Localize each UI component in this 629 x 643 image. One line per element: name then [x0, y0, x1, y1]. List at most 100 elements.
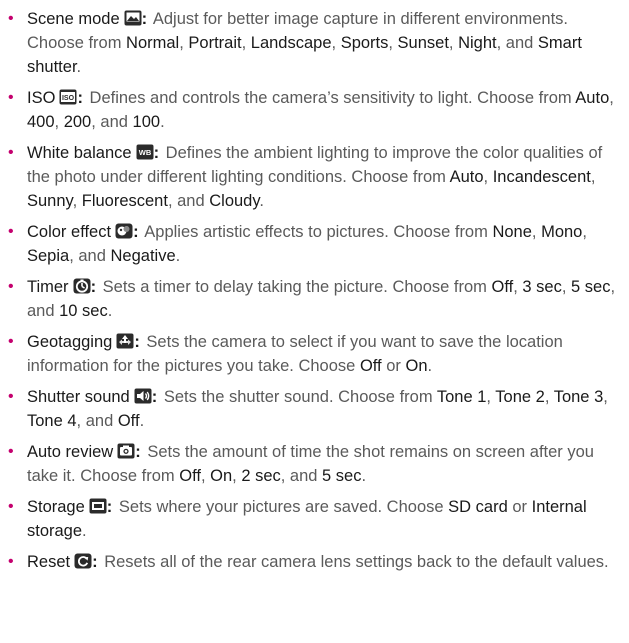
list-item: • Reset: Resets all of the rear camera le…: [8, 550, 619, 574]
setting-description: ,: [72, 192, 82, 210]
list-item: • Scene mode: Adjust for better image cap…: [8, 7, 619, 79]
setting-name: White balance: [27, 144, 132, 162]
setting-description: , and: [496, 34, 538, 52]
option-value: Mono: [541, 223, 583, 241]
setting-description: ,: [609, 89, 614, 107]
bullet-icon: •: [8, 553, 14, 570]
colon-separator: :: [153, 144, 160, 162]
svg-text:ISO: ISO: [62, 95, 75, 102]
option-value: Auto: [575, 89, 610, 107]
setting-name: Scene mode: [27, 10, 120, 28]
setting-description: , and: [280, 467, 323, 485]
option-value: 400: [27, 113, 55, 131]
setting-description: or: [507, 498, 532, 516]
color-effect-icon: [115, 223, 133, 239]
option-value: 3 sec: [522, 278, 562, 296]
option-value: 2 sec: [241, 467, 281, 485]
option-value: Portrait: [188, 34, 242, 52]
setting-description: .: [160, 113, 165, 131]
setting-description: , and: [91, 113, 133, 131]
option-value: Off: [179, 467, 201, 485]
option-value: Off: [359, 357, 382, 375]
setting-description: ,: [331, 34, 341, 52]
setting-description: ,: [544, 388, 554, 406]
list-item: • Auto review: Sets the amount of time th…: [8, 440, 619, 488]
setting-name: Timer: [27, 278, 69, 296]
setting-description: ,: [603, 388, 608, 406]
list-item: • Shutter sound: Sets the shutter sound. …: [8, 385, 619, 433]
option-value: Sunset: [397, 34, 449, 52]
option-value: Tone 1: [436, 388, 487, 406]
colon-separator: :: [141, 10, 148, 28]
setting-description: Defines and controls the camera’s sensit…: [89, 89, 576, 107]
bullet-icon: •: [8, 388, 14, 405]
colon-separator: :: [92, 553, 98, 571]
setting-description: ,: [232, 467, 242, 485]
bullet-icon: •: [8, 498, 14, 515]
option-value: On: [405, 357, 428, 375]
list-item: • Geotagging: Sets the camera to select i…: [8, 330, 619, 378]
setting-description: , and: [167, 192, 210, 210]
list-item: • White balance WB: Defines the ambient li…: [8, 141, 619, 213]
colon-separator: :: [106, 498, 113, 516]
setting-description: Sets a timer to delay taking the picture…: [102, 278, 492, 296]
setting-description: , and: [69, 247, 111, 265]
list-item: • ISO ISO: Defines and controls the camera…: [8, 86, 619, 134]
option-value: Sports: [340, 34, 389, 52]
setting-description: .: [76, 58, 82, 76]
bullet-icon: •: [8, 223, 14, 240]
option-value: SD card: [448, 498, 508, 516]
option-value: Incandescent: [492, 168, 591, 186]
geotagging-icon: [116, 333, 134, 349]
option-value: Sunny: [27, 192, 73, 210]
white-balance-icon: WB: [136, 144, 154, 160]
setting-description: ,: [448, 34, 459, 52]
setting-name: Shutter sound: [27, 388, 130, 406]
setting-name: Reset: [27, 553, 71, 571]
timer-icon: [73, 278, 91, 294]
colon-separator: :: [133, 223, 139, 241]
setting-name: Color effect: [27, 223, 112, 241]
setting-description: ,: [590, 168, 596, 186]
setting-description: .: [107, 302, 113, 320]
bullet-icon: •: [8, 144, 14, 161]
colon-separator: :: [90, 278, 97, 296]
option-value: Sepia: [27, 247, 70, 265]
setting-description: ,: [486, 388, 496, 406]
option-value: Auto: [449, 168, 484, 186]
option-value: Tone 4: [27, 412, 77, 430]
setting-description: .: [175, 247, 181, 265]
bullet-icon: •: [8, 333, 14, 350]
option-value: 5 sec: [322, 467, 362, 485]
colon-separator: :: [134, 333, 140, 351]
setting-name: Auto review: [27, 443, 114, 461]
option-value: 100: [132, 113, 161, 131]
setting-name: Geotagging: [27, 333, 113, 351]
setting-description: Applies artistic effects to pictures. Ch…: [144, 223, 493, 241]
setting-description: .: [82, 522, 87, 540]
setting-description: .: [361, 467, 367, 485]
option-value: 200: [63, 113, 92, 131]
shutter-sound-icon: [134, 388, 152, 404]
option-value: Negative: [110, 247, 176, 265]
setting-description: Sets where your pictures are saved. Choo…: [118, 498, 449, 516]
setting-description: ,: [200, 467, 211, 485]
bullet-icon: •: [8, 278, 14, 295]
option-value: Night: [458, 34, 497, 52]
auto-review-icon: [117, 443, 135, 459]
option-value: Off: [117, 412, 140, 430]
setting-description: , and: [76, 412, 118, 430]
setting-description: ,: [241, 34, 251, 52]
option-value: 5 sec: [571, 278, 611, 296]
setting-description: ,: [388, 34, 398, 52]
setting-description: .: [427, 357, 433, 375]
colon-separator: :: [135, 443, 141, 461]
option-value: Tone 3: [553, 388, 604, 406]
list-item: • Storage: Sets where your pictures are s…: [8, 495, 619, 543]
bullet-icon: •: [8, 443, 14, 460]
camera-settings-list: • Scene mode: Adjust for better image cap…: [0, 0, 629, 574]
setting-description: ,: [483, 168, 493, 186]
reset-icon: [74, 553, 92, 569]
setting-description: ,: [531, 223, 542, 241]
setting-description: ,: [561, 278, 572, 296]
